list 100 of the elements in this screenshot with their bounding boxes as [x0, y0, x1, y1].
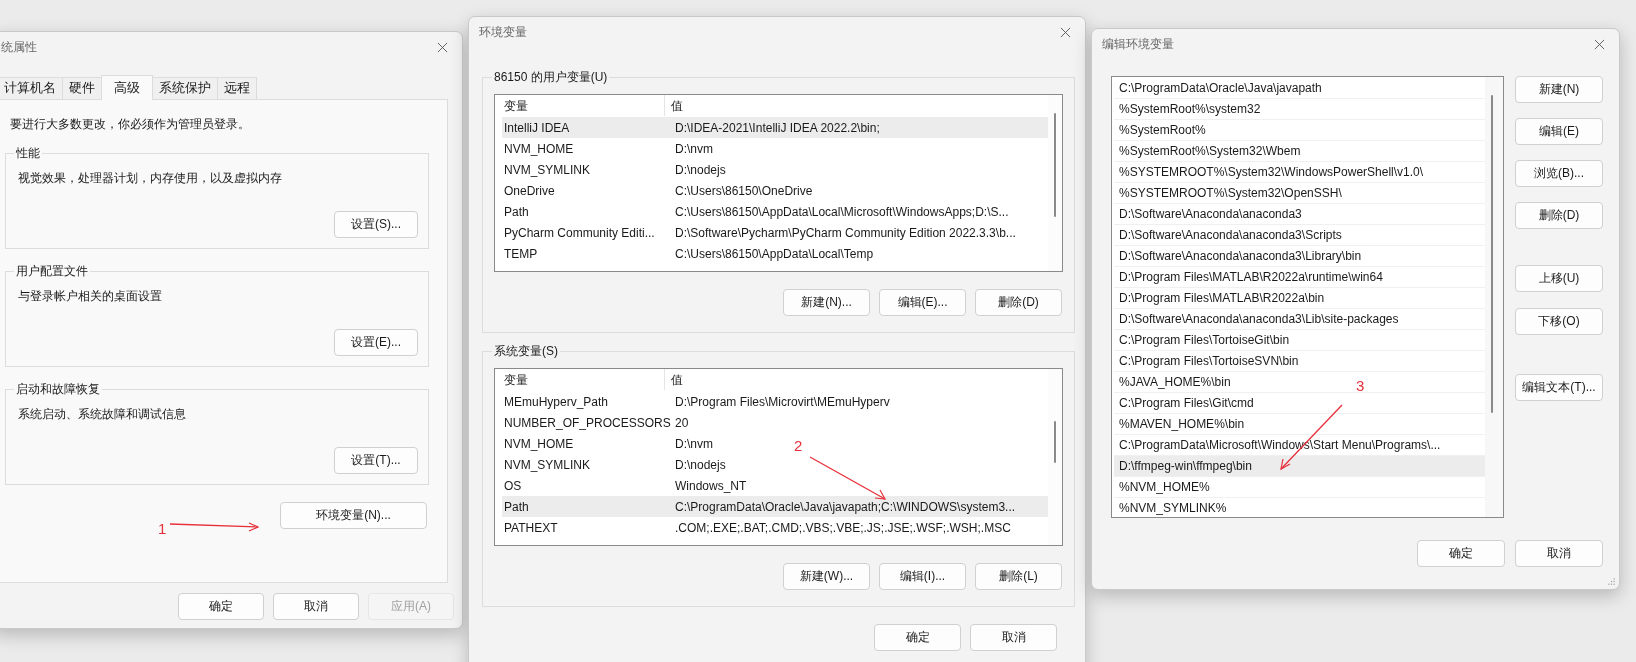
- table-row[interactable]: NVM_SYMLINK D:\nodejs: [502, 159, 726, 180]
- table-cell-text: MEmuHyperv_Path: [503, 394, 610, 409]
- table-row[interactable]: MEmuHyperv_Path D:\Program Files\Microvirt\MEmuHyperv: [502, 391, 890, 412]
- close-icon[interactable]: [437, 41, 448, 53]
- group-description: 系统启动、系统故障和调试信息: [17, 406, 187, 423]
- column-header[interactable]: 变量: [502, 369, 665, 390]
- group-title: 86150 的用户变量(U): [493, 69, 609, 86]
- settings-button[interactable]: 设置(E)...: [334, 329, 418, 356]
- dialog-button[interactable]: 取消: [273, 593, 359, 620]
- table-cell-text: NVM_HOME: [503, 436, 575, 451]
- list-item[interactable]: %SystemRoot%: [1114, 120, 1485, 141]
- dialog-button[interactable]: 下移(O): [1515, 308, 1603, 335]
- list-item[interactable]: D:\Program Files\MATLAB\R2022a\runtime\win64: [1114, 267, 1485, 288]
- list-item[interactable]: C:\Program Files\Git\cmd: [1114, 393, 1485, 414]
- table-cell-text: TEMP: [503, 246, 539, 261]
- dialog-button[interactable]: 确定: [1417, 540, 1505, 567]
- window-title: 统属性: [1, 38, 37, 56]
- annotation-number: 2: [794, 437, 803, 455]
- table-cell-text: Path: [503, 204, 530, 219]
- list-item[interactable]: %SYSTEMROOT%\System32\WindowsPowerShell\v1.0\: [1114, 162, 1485, 183]
- list-item[interactable]: %NVM_HOME%: [1114, 477, 1485, 498]
- table-row[interactable]: Path C:\Users\86150\AppData\Local\Microsoft\WindowsApps;D:\S...: [502, 201, 1009, 222]
- column-header[interactable]: 变量: [502, 95, 665, 116]
- column-header[interactable]: 值: [665, 369, 1048, 390]
- list-item[interactable]: C:\Program Files\TortoiseGit\bin: [1114, 330, 1485, 351]
- environment-variables-button[interactable]: 环境变量(N)...: [280, 502, 427, 529]
- table-cell-text: PATHEXT: [503, 520, 559, 535]
- annotation-number: 1: [158, 520, 167, 538]
- dialog-button[interactable]: 删除(D): [975, 289, 1062, 316]
- group-title: 系统变量(S): [493, 343, 559, 360]
- settings-button[interactable]: 设置(S)...: [334, 211, 418, 238]
- table-row[interactable]: TEMP C:\Users\86150\AppData\Local\Temp: [502, 243, 874, 264]
- tab[interactable]: 远程: [217, 77, 257, 99]
- scrollbar-thumb[interactable]: [1054, 421, 1056, 463]
- table-row[interactable]: OS Windows_NT: [502, 475, 747, 496]
- table-cell-text: D:\IDEA-2021\IntelliJ IDEA 2022.2\bin;: [674, 120, 880, 135]
- group-description: 视觉效果，处理器计划，内存使用，以及虚拟内存: [17, 170, 283, 187]
- list-item[interactable]: C:\Program Files\TortoiseSVN\bin: [1114, 351, 1485, 372]
- dialog-button[interactable]: 编辑(I)...: [879, 563, 966, 590]
- table-cell-text: D:\nodejs: [674, 162, 726, 177]
- dialog-button[interactable]: 删除(D): [1515, 202, 1603, 229]
- close-icon[interactable]: [1594, 38, 1605, 50]
- dialog-button[interactable]: 上移(U): [1515, 265, 1603, 292]
- list-item[interactable]: D:\ffmpeg-win\ffmpeg\bin: [1114, 456, 1485, 477]
- dialog-button[interactable]: 编辑(E)...: [879, 289, 966, 316]
- table-cell-text: D:\nvm: [674, 436, 713, 451]
- group-description: 与登录帐户相关的桌面设置: [17, 288, 163, 305]
- table-row[interactable]: OneDrive C:\Users\86150\OneDrive: [502, 180, 813, 201]
- table-row[interactable]: NUMBER_OF_PROCESSORS 20: [502, 412, 689, 433]
- table-row[interactable]: PyCharm Community Editi... D:\Software\Pycharm\PyCharm Community Edition 2022.3.3\b...: [502, 222, 1016, 243]
- tab[interactable]: 高级: [101, 75, 153, 100]
- dialog-button[interactable]: 浏览(B)...: [1515, 160, 1603, 187]
- table-cell-text: PyCharm Community Editi...: [503, 225, 656, 240]
- dialog-button[interactable]: 取消: [970, 624, 1057, 651]
- table-cell-text: D:\nodejs: [674, 457, 726, 472]
- column-header[interactable]: 值: [665, 95, 1048, 116]
- table-row[interactable]: IntelliJ IDEA D:\IDEA-2021\IntelliJ IDEA 2022.2\bin;: [502, 117, 1048, 138]
- list-item[interactable]: D:\Software\Anaconda\anaconda3\Lib\site-packages: [1114, 309, 1485, 330]
- list-item[interactable]: D:\Software\Anaconda\anaconda3: [1114, 204, 1485, 225]
- table-row[interactable]: NVM_HOME D:\nvm: [502, 138, 713, 159]
- table-cell-text: IntelliJ IDEA: [503, 120, 571, 135]
- dialog-button[interactable]: 编辑文本(T)...: [1515, 374, 1603, 401]
- table-cell-text: OS: [503, 478, 523, 493]
- scrollbar-thumb[interactable]: [1491, 95, 1493, 413]
- dialog-button[interactable]: 确定: [874, 624, 961, 651]
- dialog-button[interactable]: 确定: [178, 593, 264, 620]
- scrollbar-thumb[interactable]: [1054, 113, 1056, 217]
- table-cell-text: NVM_SYMLINK: [503, 162, 592, 177]
- table-row[interactable]: NVM_HOME D:\nvm: [502, 433, 713, 454]
- dialog-button[interactable]: 新建(N): [1515, 76, 1603, 103]
- table-cell-text: D:\nvm: [674, 141, 713, 156]
- settings-button[interactable]: 设置(T)...: [334, 447, 418, 474]
- list-item[interactable]: %SystemRoot%\system32: [1114, 99, 1485, 120]
- dialog-button[interactable]: 删除(L): [975, 563, 1062, 590]
- table-cell-text: D:\Software\Pycharm\PyCharm Community Edition 2022.3.3\b...: [674, 225, 1016, 240]
- list-item[interactable]: %SYSTEMROOT%\System32\OpenSSH\: [1114, 183, 1485, 204]
- list-item[interactable]: %MAVEN_HOME%\bin: [1114, 414, 1485, 435]
- dialog-button[interactable]: 新建(N)...: [783, 289, 870, 316]
- group-title: 性能: [15, 145, 41, 162]
- resize-grip-icon[interactable]: [1608, 578, 1615, 585]
- list-item[interactable]: D:\Software\Anaconda\anaconda3\Scripts: [1114, 225, 1485, 246]
- notice-text: 要进行大多数更改，你必须作为管理员登录。: [10, 116, 251, 133]
- list-item[interactable]: D:\Software\Anaconda\anaconda3\Library\bin: [1114, 246, 1485, 267]
- table-cell-text: NVM_SYMLINK: [503, 457, 592, 472]
- table-cell-text: C:\ProgramData\Oracle\Java\javapath;C:\WINDOWS\system3...: [674, 499, 1016, 514]
- list-item[interactable]: C:\ProgramData\Oracle\Java\javapath: [1114, 78, 1485, 99]
- table-cell-text: .COM;.EXE;.BAT;.CMD;.VBS;.VBE;.JS;.JSE;.WSF;.WSH;.MSC: [674, 520, 1011, 535]
- list-item[interactable]: D:\Program Files\MATLAB\R2022a\bin: [1114, 288, 1485, 309]
- close-icon[interactable]: [1060, 26, 1071, 38]
- dialog-button[interactable]: 新建(W)...: [783, 563, 870, 590]
- table-cell-text: 20: [674, 415, 689, 430]
- group-title: 用户配置文件: [15, 263, 89, 280]
- table-row[interactable]: Path C:\ProgramData\Oracle\Java\javapath;C:\WINDOWS\system3...: [502, 496, 1048, 517]
- dialog-button[interactable]: 编辑(E): [1515, 118, 1603, 145]
- list-item[interactable]: %SystemRoot%\System32\Wbem: [1114, 141, 1485, 162]
- table-cell-text: Path: [503, 499, 530, 514]
- table-cell-text: C:\Users\86150\AppData\Local\Microsoft\WindowsApps;D:\S...: [674, 204, 1009, 219]
- table-row[interactable]: NVM_SYMLINK D:\nodejs: [502, 454, 726, 475]
- dialog-button[interactable]: 取消: [1515, 540, 1603, 567]
- table-row[interactable]: PATHEXT .COM;.EXE;.BAT;.CMD;.VBS;.VBE;.JS;.JSE;.WSF;.WSH;.MSC: [502, 517, 1011, 538]
